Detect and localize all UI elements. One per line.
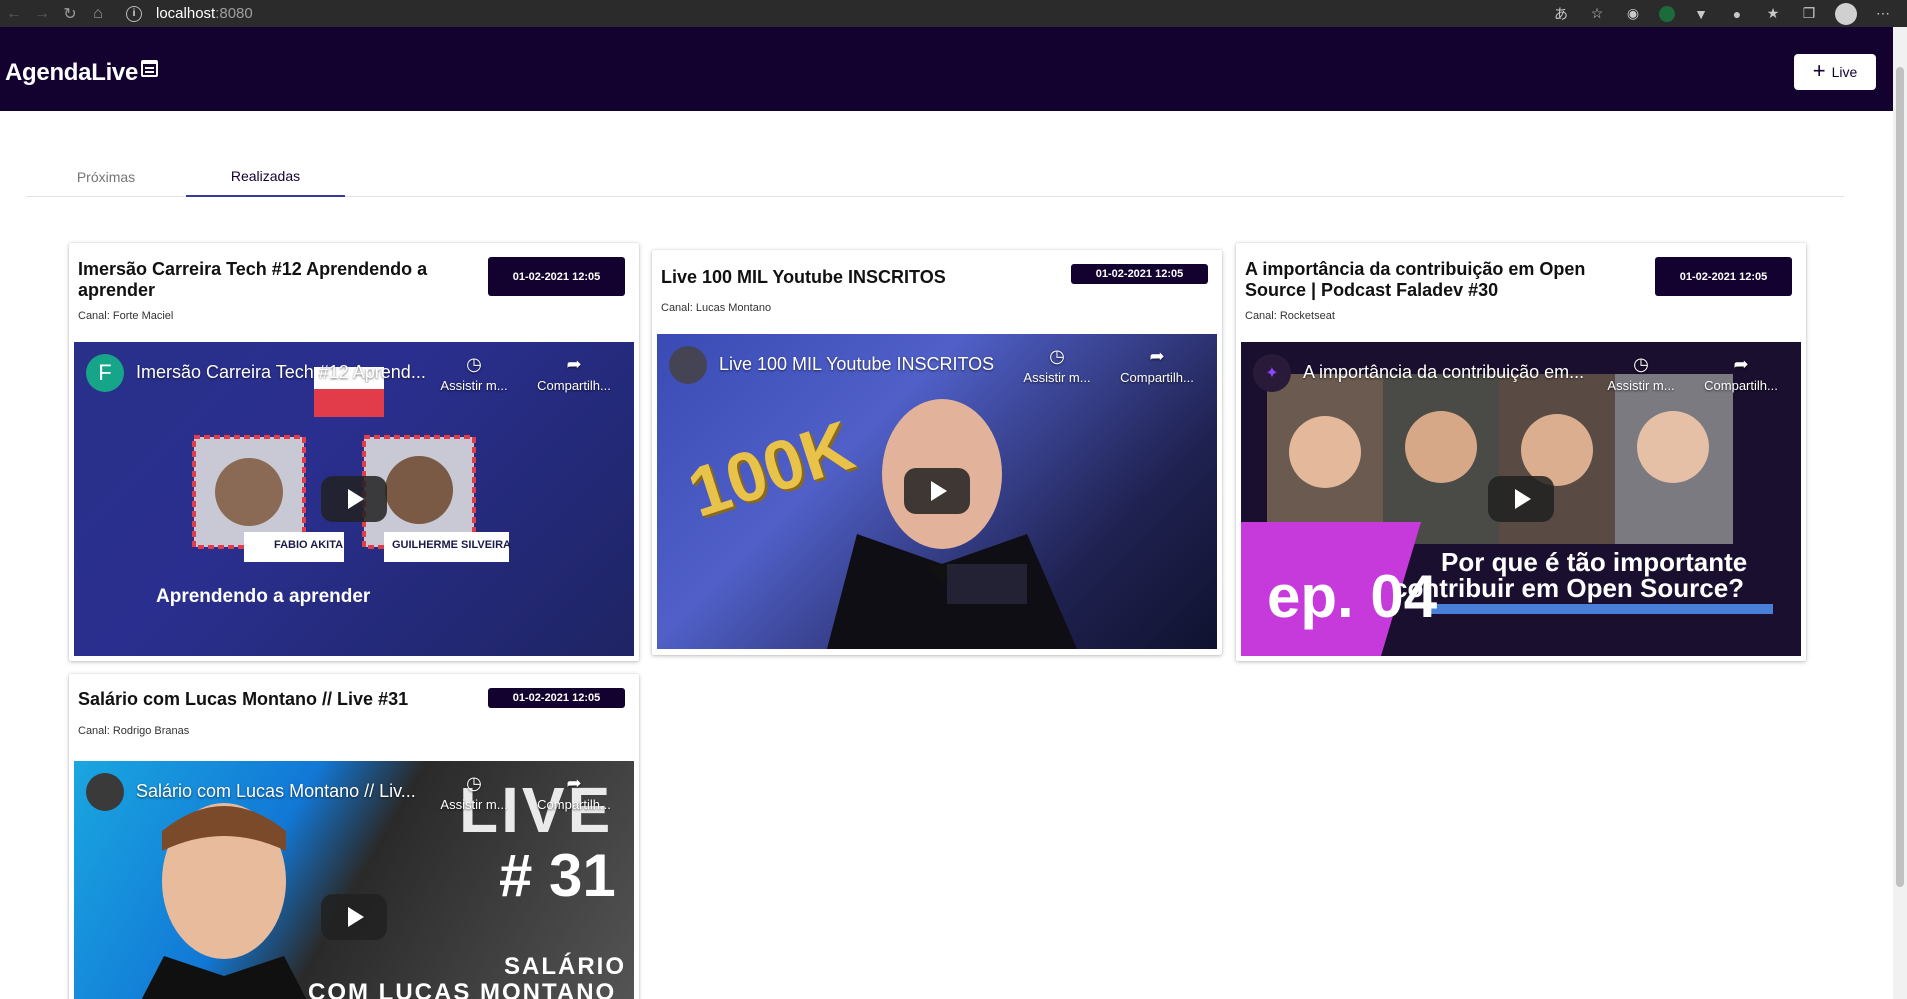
add-live-label: Live — [1831, 64, 1858, 80]
thumb-label: FABIO AKITA — [274, 539, 344, 551]
watch-later-button[interactable]: ◷ Assistir m... — [434, 773, 514, 812]
thumb-headline: Aprendendo a aprender — [156, 586, 371, 607]
share-button[interactable]: ➦ Compartilh... — [1701, 354, 1781, 393]
share-icon: ➦ — [566, 354, 582, 374]
url-port: :8080 — [215, 5, 253, 22]
plus-icon: + — [1812, 58, 1826, 83]
tabs: Próximas Realizadas — [26, 157, 1844, 197]
channel-avatar[interactable]: ✦ — [1253, 354, 1291, 392]
watch-later-button[interactable]: ◷ Assistir m... — [1017, 346, 1097, 385]
watch-later-label: Assistir m... — [440, 378, 508, 393]
share-icon: ➦ — [566, 773, 582, 793]
video-title[interactable]: A importância da contribuição em... — [1303, 362, 1584, 383]
play-button[interactable] — [321, 894, 387, 940]
clock-icon: ◷ — [1049, 346, 1065, 366]
tab-proximas[interactable]: Próximas — [26, 157, 186, 197]
live-card: Live 100 MIL Youtube INSCRITOS 01-02-202… — [652, 250, 1222, 655]
live-card: Salário com Lucas Montano // Live #31 01… — [69, 674, 639, 999]
app-header: AgendaLive + Live — [0, 27, 1893, 111]
share-label: Compartilh... — [537, 378, 611, 393]
extension-icon-2[interactable]: ● — [1727, 4, 1747, 24]
collections-icon[interactable]: ❐ — [1799, 4, 1819, 24]
watch-later-button[interactable]: ◷ Assistir m... — [434, 354, 514, 393]
thumb-headline: SALÁRIO — [504, 953, 626, 980]
back-icon[interactable]: ← — [0, 0, 28, 27]
site-info-icon[interactable]: i — [126, 5, 142, 22]
browser-toolbar: ← → ↻ ⌂ i localhost:8080 あ ☆ ◉ ▼ ● ★ ❐ ⋯ — [0, 0, 1907, 27]
watch-later-label: Assistir m... — [1607, 378, 1675, 393]
video-title[interactable]: Salário com Lucas Montano // Liv... — [136, 781, 416, 802]
watch-later-label: Assistir m... — [440, 797, 508, 812]
share-label: Compartilh... — [537, 797, 611, 812]
share-label: Compartilh... — [1704, 378, 1778, 393]
video-embed[interactable]: ep. 04 Por que é tão importante contribu… — [1241, 342, 1801, 656]
channel-avatar[interactable] — [86, 773, 124, 811]
live-card: Imersão Carreira Tech #12 Aprendendo a a… — [69, 243, 639, 661]
favorites-icon[interactable]: ★ — [1763, 4, 1783, 24]
add-live-button[interactable]: + Live — [1794, 54, 1876, 90]
date-badge: 01-02-2021 12:05 — [488, 688, 625, 708]
card-channel: Canal: Forte Maciel — [78, 310, 174, 322]
brand-title: AgendaLive — [5, 59, 139, 86]
thumb-number: # 31 — [499, 842, 616, 909]
share-label: Compartilh... — [1120, 370, 1194, 385]
clock-icon: ◷ — [466, 773, 482, 793]
play-button[interactable] — [1488, 476, 1554, 522]
card-title: Live 100 MIL Youtube INSCRITOS — [661, 267, 946, 287]
home-icon[interactable]: ⌂ — [84, 0, 112, 27]
card-channel: Canal: Rodrigo Branas — [78, 725, 190, 737]
date-badge: 01-02-2021 12:05 — [1071, 264, 1208, 284]
scrollbar-thumb[interactable] — [1896, 67, 1904, 887]
video-title[interactable]: Imersão Carreira Tech #12 Aprend... — [136, 362, 426, 383]
thumb-headline-2: COM LUCAS MONTANO — [308, 979, 617, 999]
read-aloud-icon[interactable]: あ — [1551, 4, 1571, 24]
url-host: localhost — [156, 5, 216, 22]
card-title: Salário com Lucas Montano // Live #31 — [78, 689, 409, 709]
thumb-label: GUILHERME SILVEIRA — [392, 539, 511, 551]
tab-realizadas[interactable]: Realizadas — [186, 157, 345, 197]
page-scrollbar[interactable] — [1893, 27, 1907, 999]
play-button[interactable] — [321, 476, 387, 522]
share-button[interactable]: ➦ Compartilh... — [534, 773, 614, 812]
video-title[interactable]: Live 100 MIL Youtube INSCRITOS — [719, 354, 994, 375]
share-button[interactable]: ➦ Compartilh... — [1117, 346, 1197, 385]
video-embed[interactable]: 100K Live 100 MIL Youtube INSCRITOS ◷ Ass… — [657, 334, 1217, 649]
thumb-headline-2: contribuir em Open Source? — [1393, 573, 1745, 603]
card-channel: Canal: Rocketseat — [1245, 310, 1335, 322]
watch-later-button[interactable]: ◷ Assistir m... — [1601, 354, 1681, 393]
share-icon: ➦ — [1149, 346, 1165, 366]
clock-icon: ◷ — [1633, 354, 1649, 374]
more-menu-icon[interactable]: ⋯ — [1873, 4, 1893, 24]
favorite-star-icon[interactable]: ☆ — [1587, 4, 1607, 24]
calendar-icon — [141, 59, 159, 77]
watch-later-label: Assistir m... — [1023, 370, 1091, 385]
card-title: Imersão Carreira Tech #12 Aprendendo a a… — [78, 259, 428, 300]
channel-avatar[interactable]: F — [86, 354, 124, 392]
page: AgendaLive + Live Próximas Realizadas Im… — [0, 27, 1893, 999]
video-embed[interactable]: FABIO AKITA GUILHERME SILVEIRA Aprendend… — [74, 342, 634, 656]
reload-icon[interactable]: ↻ — [56, 0, 84, 27]
date-badge: 01-02-2021 12:05 — [1655, 257, 1792, 296]
clock-icon: ◷ — [466, 354, 482, 374]
profile-avatar[interactable] — [1835, 2, 1857, 25]
play-button[interactable] — [904, 468, 970, 514]
address-bar[interactable]: i localhost:8080 — [126, 0, 253, 27]
video-embed[interactable]: LIVE # 31 SALÁRIO COM LUCAS MONTANO Salá… — [74, 761, 634, 999]
live-card: A importância da contribuição em Open So… — [1236, 243, 1806, 661]
card-channel: Canal: Lucas Montano — [661, 302, 772, 314]
card-title: A importância da contribuição em Open So… — [1245, 259, 1586, 300]
vue-devtools-icon[interactable]: ▼ — [1691, 4, 1711, 24]
channel-avatar[interactable] — [669, 346, 707, 384]
forward-icon[interactable]: → — [28, 0, 56, 27]
date-badge: 01-02-2021 12:05 — [488, 257, 625, 296]
share-button[interactable]: ➦ Compartilh... — [534, 354, 614, 393]
brand[interactable]: AgendaLive — [5, 59, 159, 87]
github-extension-icon[interactable]: ◉ — [1623, 4, 1643, 24]
extension-icon[interactable] — [1659, 5, 1675, 22]
share-icon: ➦ — [1733, 354, 1749, 374]
